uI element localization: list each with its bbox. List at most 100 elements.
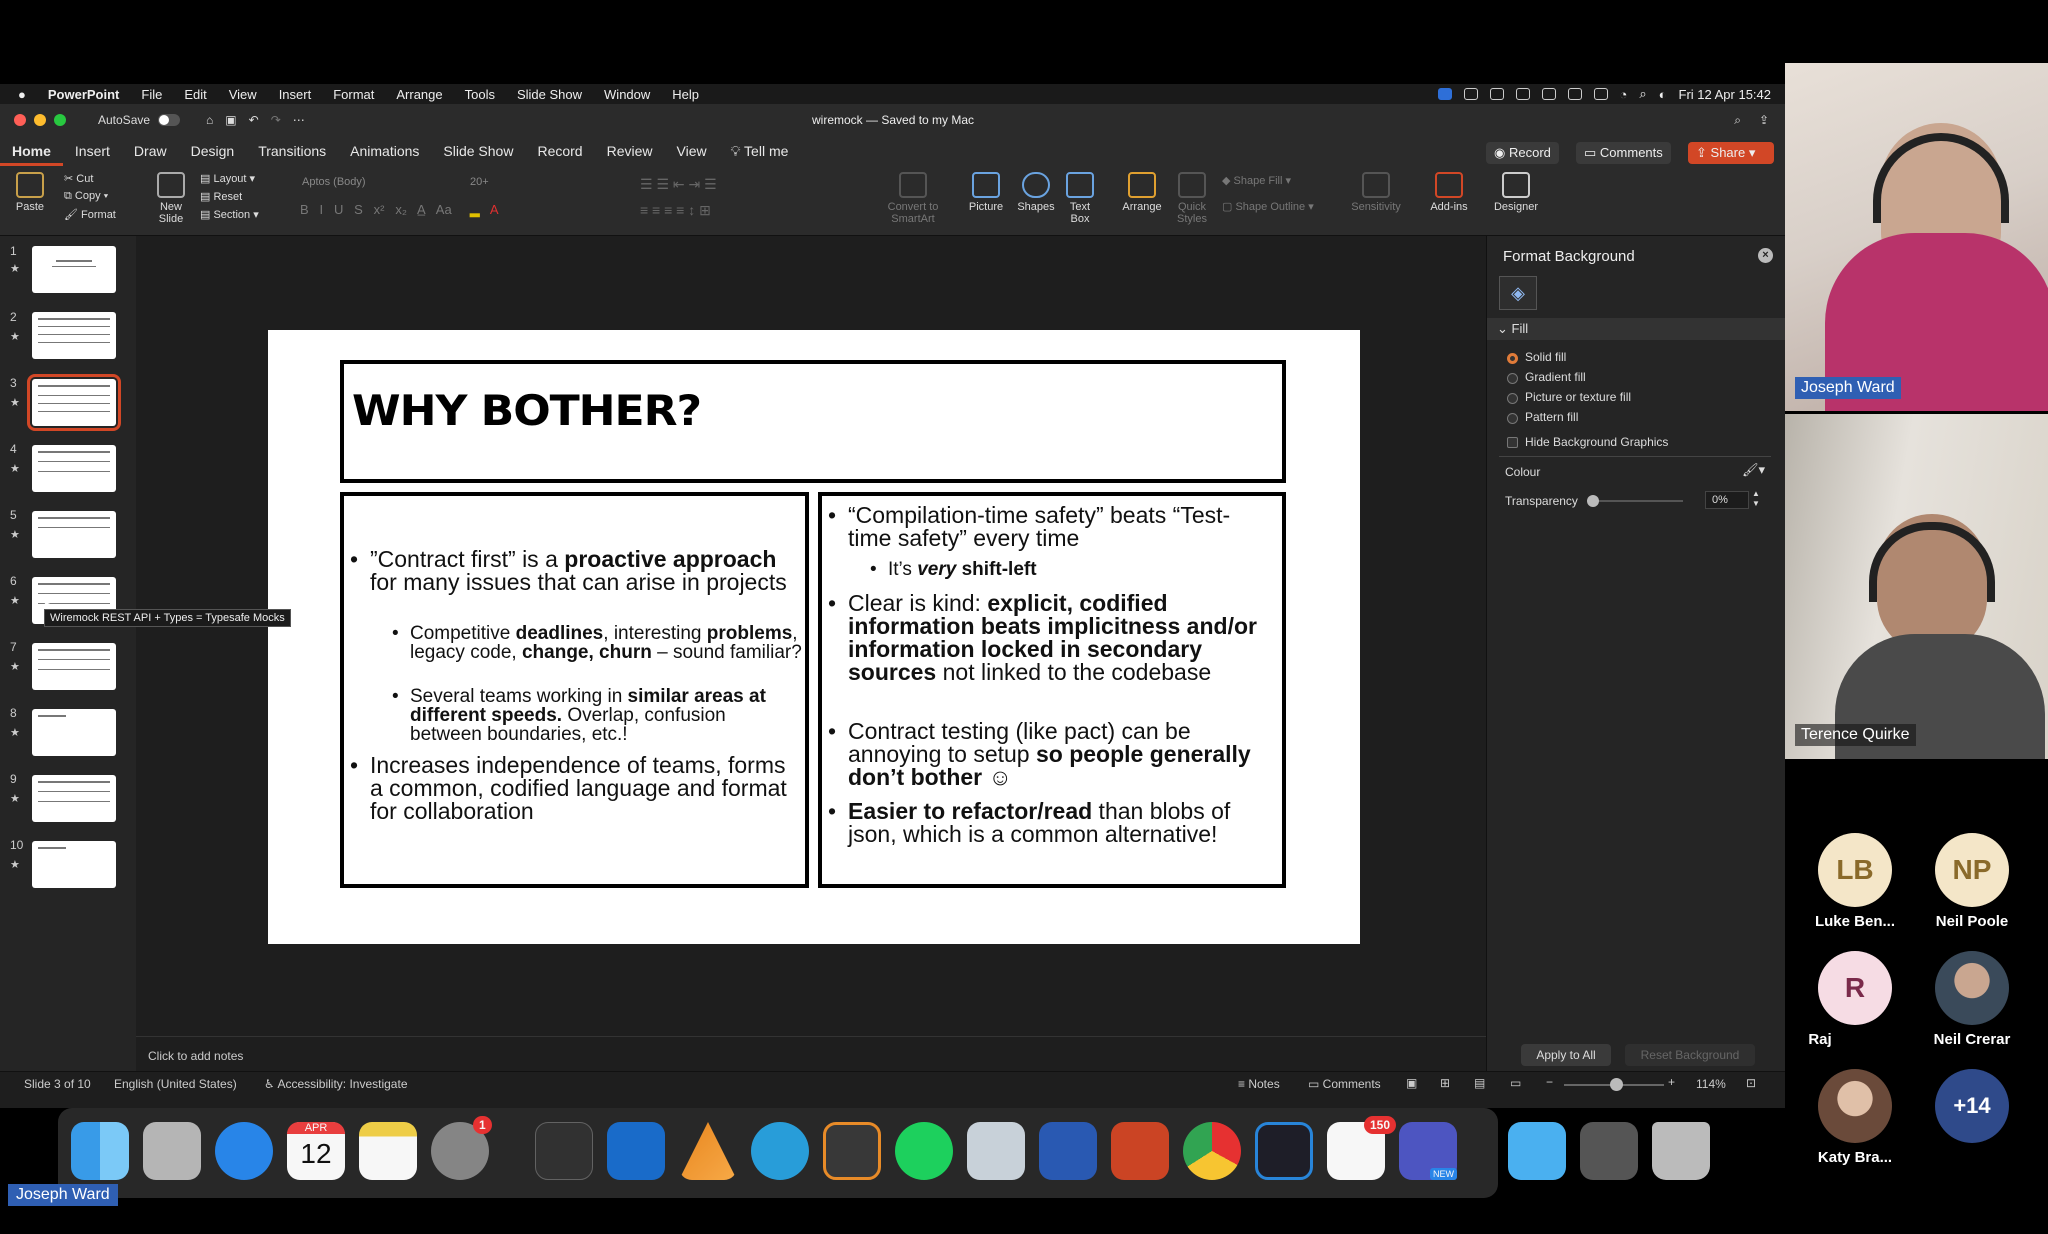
redo-icon[interactable]: ↷ <box>271 113 281 127</box>
tab-slideshow[interactable]: Slide Show <box>431 136 525 166</box>
document-title[interactable]: wiremock — Saved to my Mac <box>812 113 974 127</box>
battery-icon[interactable] <box>1593 88 1608 100</box>
clock[interactable]: Fri 12 Apr 15:42 <box>1679 87 1772 102</box>
tab-draw[interactable]: Draw <box>122 136 179 166</box>
transparency-slider[interactable] <box>1587 495 1683 507</box>
slide-canvas[interactable]: WHY BOTHER? ”Contract first” is a proact… <box>136 236 1486 1036</box>
picture-fill-radio[interactable] <box>1507 393 1518 404</box>
slide-thumbnail-panel[interactable]: 1 ★ 2 ★ 3 ★ 4 ★ 5 ★ 6 ★ Wiremock REST AP… <box>0 236 291 1071</box>
new-slide-button[interactable]: New Slide <box>150 172 192 225</box>
transparency-stepper[interactable]: ▲ ▼ <box>1752 489 1760 509</box>
status-icon[interactable] <box>1489 88 1504 100</box>
comments-status-button[interactable]: ▭ Comments <box>1308 1077 1381 1091</box>
undo-icon[interactable]: ↶ <box>249 113 259 127</box>
minimize-window-button[interactable] <box>34 114 46 126</box>
paste-button[interactable]: Paste <box>10 172 50 213</box>
section-button[interactable]: ▤ Section ▾ <box>200 208 259 221</box>
notes-placeholder[interactable]: Click to add notes <box>148 1049 243 1063</box>
status-icon[interactable] <box>1567 88 1582 100</box>
normal-view-icon[interactable]: ▣ <box>1406 1076 1417 1090</box>
close-window-button[interactable] <box>14 114 26 126</box>
zoom-out-icon[interactable]: − <box>1546 1075 1553 1089</box>
tab-animations[interactable]: Animations <box>338 136 431 166</box>
vlc-icon[interactable] <box>679 1122 737 1180</box>
reading-view-icon[interactable]: ▤ <box>1474 1076 1485 1090</box>
status-icon[interactable] <box>1515 88 1530 100</box>
designer-button[interactable]: Designer <box>1490 172 1542 213</box>
screen-share-icon[interactable] <box>1437 88 1452 100</box>
save-icon[interactable]: ▣ <box>225 113 236 127</box>
vscode-icon[interactable] <box>1255 1122 1313 1180</box>
tell-me[interactable]: 💡︎ Tell me <box>719 136 801 166</box>
fit-slide-icon[interactable]: ⊡ <box>1746 1076 1756 1090</box>
font-family-select[interactable]: Aptos (Body) <box>296 172 466 192</box>
tab-insert[interactable]: Insert <box>63 136 122 166</box>
colour-picker-button[interactable]: 🖌︎▾ <box>1742 462 1765 478</box>
slide-thumbnail[interactable] <box>32 841 116 888</box>
calendar-icon[interactable]: APR 12 <box>287 1122 345 1180</box>
pattern-fill-radio[interactable] <box>1507 413 1518 424</box>
status-icon[interactable] <box>1463 88 1478 100</box>
tab-design[interactable]: Design <box>179 136 247 166</box>
zoom-window-button[interactable] <box>54 114 66 126</box>
share-button[interactable]: ⇪ Share ▾ <box>1688 142 1774 164</box>
more-icon[interactable]: ⋯ <box>293 113 305 127</box>
picture-button[interactable]: Picture <box>964 172 1008 213</box>
outlook-icon[interactable] <box>607 1122 665 1180</box>
slide-thumbnail[interactable] <box>32 511 116 558</box>
zoom-thumb[interactable] <box>1610 1078 1623 1091</box>
notes-button[interactable]: ≡ Notes <box>1238 1077 1280 1091</box>
menu-app-name[interactable]: PowerPoint <box>37 87 131 102</box>
tab-transitions[interactable]: Transitions <box>246 136 338 166</box>
menu-window[interactable]: Window <box>593 87 661 102</box>
video-joseph-ward[interactable]: Joseph Ward <box>1785 63 2048 411</box>
avatar-lb[interactable]: LB <box>1818 833 1892 907</box>
spotify-icon[interactable] <box>895 1122 953 1180</box>
calculator-icon[interactable] <box>535 1122 593 1180</box>
slideshow-view-icon[interactable]: ▭ <box>1510 1076 1521 1090</box>
word-icon[interactable] <box>1039 1122 1097 1180</box>
shapes-button[interactable]: Shapes <box>1014 172 1058 213</box>
menu-edit[interactable]: Edit <box>173 87 217 102</box>
menu-help[interactable]: Help <box>661 87 710 102</box>
home-icon[interactable]: ⌂ <box>206 113 213 127</box>
accessibility-status[interactable]: ♿︎ Accessibility: Investigate <box>264 1077 408 1091</box>
layout-button[interactable]: ▤ Layout ▾ <box>200 172 255 185</box>
copy-button[interactable]: ⧉ Copy ▾ <box>64 190 108 203</box>
more-participants-button[interactable]: +14 <box>1935 1069 2009 1143</box>
arrange-button[interactable]: Arrange <box>1118 172 1166 213</box>
search-icon[interactable]: ⌕ <box>1734 113 1741 128</box>
menu-format[interactable]: Format <box>322 87 385 102</box>
left-content-box[interactable]: ”Contract first” is a proactive approach… <box>340 492 809 888</box>
format-painter-button[interactable]: 🖌︎ Format <box>64 208 116 221</box>
sublime-icon[interactable] <box>823 1122 881 1180</box>
menu-file[interactable]: File <box>130 87 173 102</box>
title-box[interactable]: WHY BOTHER? <box>340 360 1286 483</box>
avatar-katy[interactable] <box>1818 1069 1892 1143</box>
menu-insert[interactable]: Insert <box>268 87 323 102</box>
video-terence-quirke[interactable]: Terence Quirke <box>1785 414 2048 759</box>
hide-graphics-checkbox[interactable] <box>1507 437 1518 448</box>
transparency-input[interactable]: 0% <box>1705 491 1749 509</box>
slider-thumb[interactable] <box>1587 495 1599 507</box>
slide-thumbnail[interactable] <box>32 246 116 293</box>
reset-button[interactable]: ▤ Reset <box>200 190 242 203</box>
right-content-box[interactable]: “Compilation-time safety” beats “Test-ti… <box>818 492 1286 888</box>
screenshots-stack-icon[interactable] <box>1580 1122 1638 1180</box>
slide-thumbnail[interactable] <box>32 445 116 492</box>
quick-styles-button[interactable]: Quick Styles <box>1172 172 1212 225</box>
trash-icon[interactable] <box>1652 1122 1710 1180</box>
close-icon[interactable]: × <box>1758 248 1773 263</box>
safari-icon[interactable] <box>215 1122 273 1180</box>
record-button[interactable]: ◉ Record <box>1486 142 1559 164</box>
solid-fill-radio[interactable] <box>1507 353 1518 364</box>
gradient-fill-radio[interactable] <box>1507 373 1518 384</box>
shape-outline-button[interactable]: ▢ Shape Outline ▾ <box>1222 200 1314 213</box>
convert-smartart-button[interactable]: Convert to SmartArt <box>882 172 944 225</box>
cut-button[interactable]: ✂ Cut <box>64 172 93 185</box>
notes-icon[interactable] <box>359 1122 417 1180</box>
avatar-np[interactable]: NP <box>1935 833 2009 907</box>
control-center-icon[interactable]: ◐ <box>1659 87 1667 102</box>
font-size-select[interactable]: 20+ <box>470 172 520 192</box>
finder-icon[interactable] <box>71 1122 129 1180</box>
